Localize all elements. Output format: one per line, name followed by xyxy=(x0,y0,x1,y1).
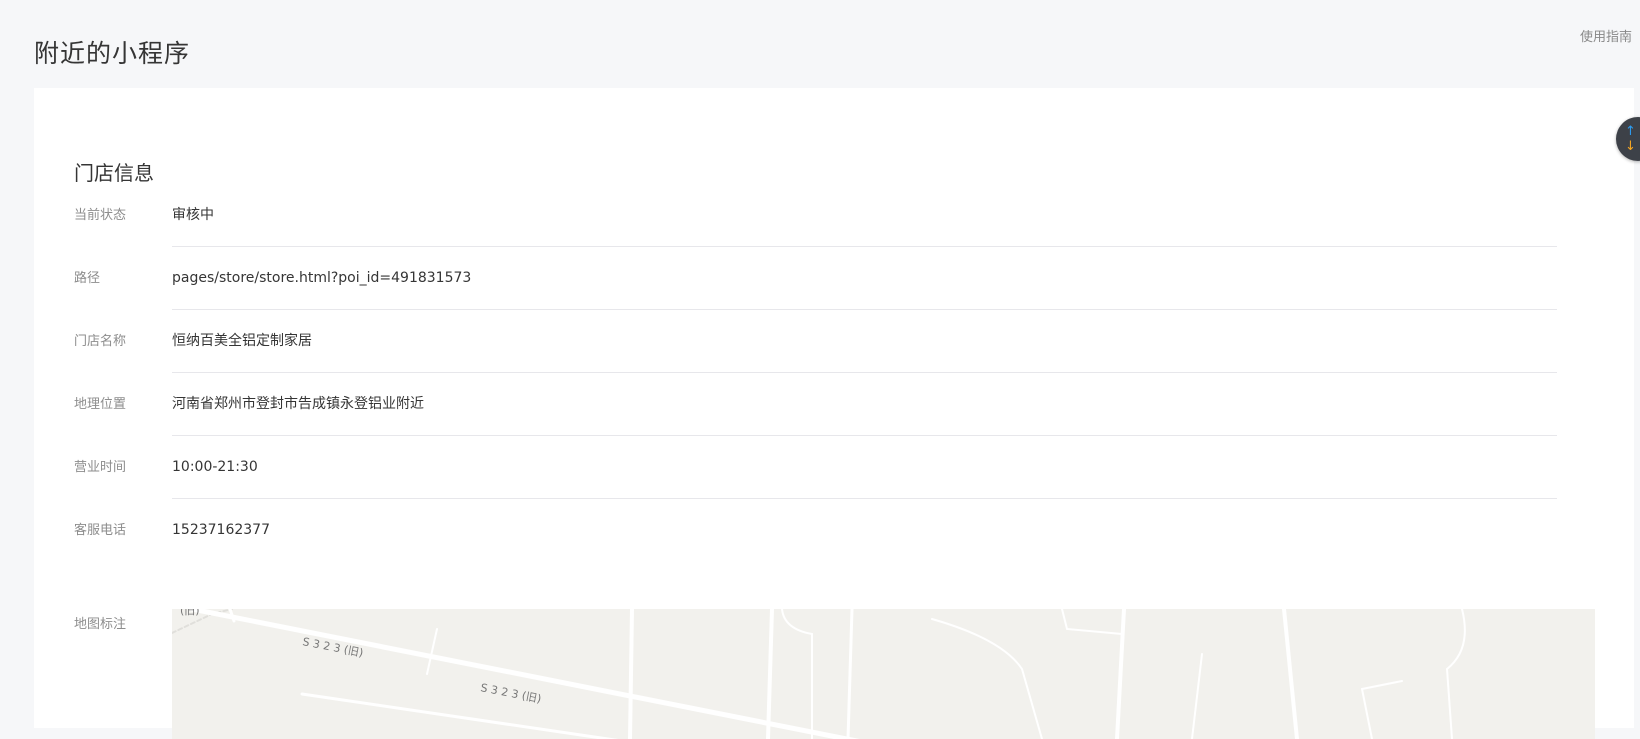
section-title: 门店信息 xyxy=(74,160,154,185)
row-path: 路径 pages/store/store.html?poi_id=4918315… xyxy=(74,247,1557,310)
row-label: 营业时间 xyxy=(74,460,127,475)
arrow-down-icon[interactable]: ↓ xyxy=(1625,140,1636,153)
page-title: 附近的小程序 xyxy=(34,38,191,68)
row-label: 地理位置 xyxy=(74,397,127,412)
row-phone: 客服电话 15237162377 xyxy=(74,499,1557,562)
row-label: 路径 xyxy=(74,271,101,286)
store-info-card: 门店信息 当前状态 审核中 路径 pages/store/store.html?… xyxy=(34,88,1634,739)
map-road-label: (旧) xyxy=(180,609,200,617)
guide-link[interactable]: 使用指南 xyxy=(1580,26,1632,45)
hours-value: 10:00-21:30 xyxy=(172,436,1557,499)
arrow-up-icon[interactable]: ↑ xyxy=(1625,125,1636,138)
phone-value: 15237162377 xyxy=(172,522,270,538)
row-label: 当前状态 xyxy=(74,208,127,223)
row-location: 地理位置 河南省郑州市登封市告成镇永登铝业附近 xyxy=(74,373,1557,436)
map-label: 地图标注 xyxy=(74,617,127,632)
row-label: 客服电话 xyxy=(74,523,127,538)
store-name-value: 恒纳百美全铝定制家居 xyxy=(172,310,1557,373)
map-road-label: S 3 2 3 (旧) xyxy=(479,681,542,706)
row-hours: 营业时间 10:00-21:30 xyxy=(74,436,1557,499)
row-status: 当前状态 审核中 xyxy=(74,184,1557,247)
status-value: 审核中 xyxy=(172,184,1557,247)
row-label: 门店名称 xyxy=(74,334,127,349)
path-value: pages/store/store.html?poi_id=491831573 xyxy=(172,247,1557,310)
location-value: 河南省郑州市登封市告成镇永登铝业附近 xyxy=(172,373,1557,436)
row-store-name: 门店名称 恒纳百美全铝定制家居 xyxy=(74,310,1557,373)
